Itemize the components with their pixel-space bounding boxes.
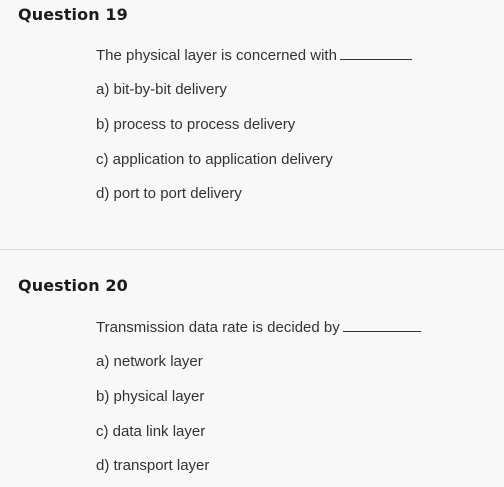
option-d: d) transport layer <box>96 457 210 474</box>
question-20-block: Question 20 Transmission data rate is de… <box>0 250 504 487</box>
question-title: Question 19 <box>18 5 128 24</box>
option-a: a) bit-by-bit delivery <box>96 81 227 98</box>
option-b: b) process to process delivery <box>96 116 296 133</box>
option-d: d) port to port delivery <box>96 185 242 202</box>
question-title: Question 20 <box>18 276 128 295</box>
question-19-block: Question 19 The physical layer is concer… <box>0 0 504 249</box>
option-c: c) application to application delivery <box>96 151 333 168</box>
option-c: c) data link layer <box>96 423 206 440</box>
answer-blank <box>342 319 421 332</box>
option-b: b) physical layer <box>96 388 205 405</box>
question-prompt: The physical layer is concerned with <box>96 47 412 65</box>
answer-blank <box>339 47 412 60</box>
option-a: a) network layer <box>96 353 203 370</box>
question-prompt-text: Transmission data rate is decided by <box>96 319 340 336</box>
question-prompt: Transmission data rate is decided by <box>96 319 421 337</box>
question-prompt-text: The physical layer is concerned with <box>96 47 337 64</box>
